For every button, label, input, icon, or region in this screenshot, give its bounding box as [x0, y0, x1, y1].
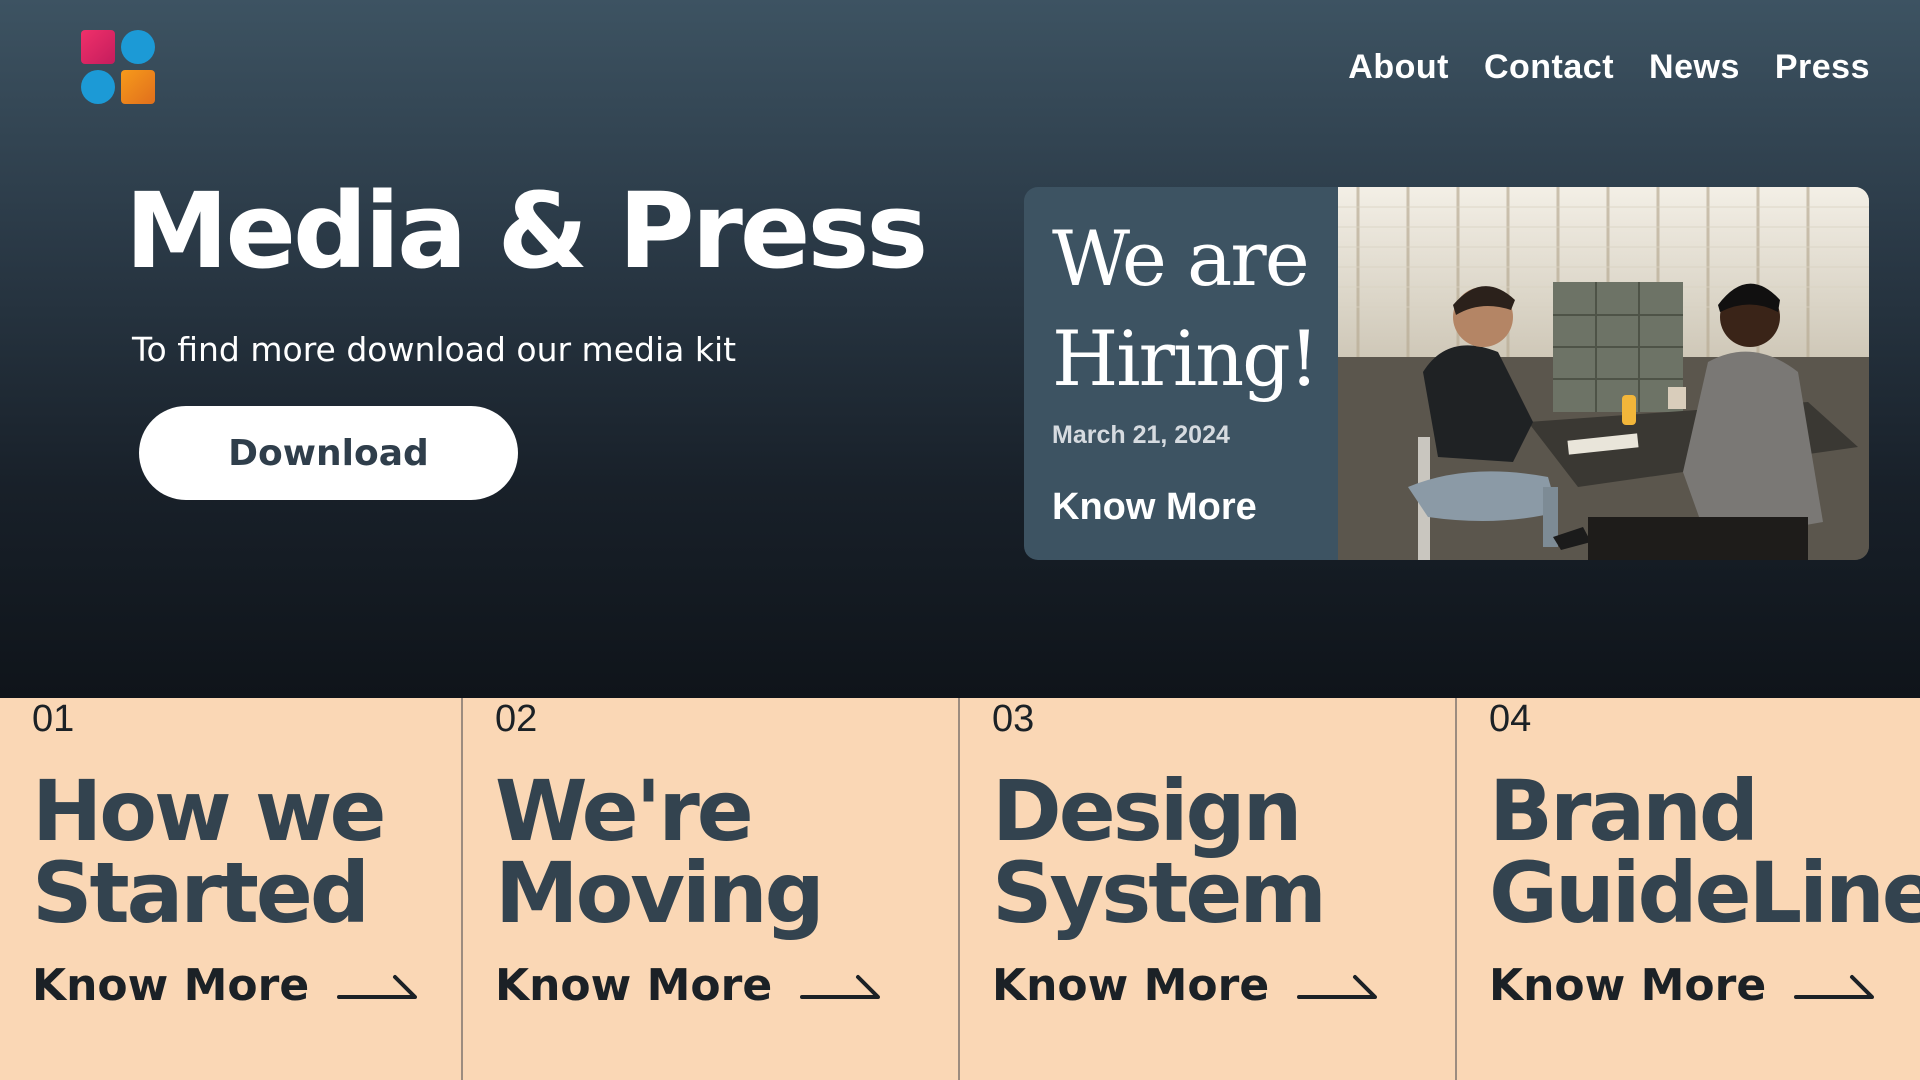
card-were-moving[interactable]: 02 We're Moving Know More — [463, 698, 960, 1080]
arrow-right-icon — [1794, 974, 1875, 999]
card-how-we-started[interactable]: 01 How we Started Know More — [0, 698, 463, 1080]
card-title: We're Moving — [495, 762, 825, 942]
card-title: Design System — [992, 762, 1327, 942]
feature-cards: 01 How we Started Know More 02 We're Mov… — [0, 698, 1920, 1080]
office-interview-image — [1338, 187, 1869, 560]
card-number: 02 — [495, 698, 538, 740]
nav-press[interactable]: Press — [1775, 48, 1870, 87]
top-nav: About Contact News Press — [1348, 48, 1870, 87]
hero-subtitle: To find more download our media kit — [132, 330, 737, 369]
arrow-right-icon — [800, 974, 881, 999]
arrow-right-icon — [1297, 974, 1378, 999]
card-know-more-link[interactable]: Know More — [495, 960, 882, 1011]
hiring-date: March 21, 2024 — [1052, 421, 1230, 449]
card-title-line: Started — [32, 844, 370, 942]
card-know-more-label: Know More — [495, 960, 773, 1011]
card-title-line: Design — [992, 762, 1302, 860]
card-know-more-label: Know More — [992, 960, 1270, 1011]
card-know-more-link[interactable]: Know More — [1489, 960, 1876, 1011]
hero-section: About Contact News Press Media & Press T… — [0, 0, 1920, 698]
nav-news[interactable]: News — [1649, 48, 1740, 87]
card-title: Brand GuideLine — [1489, 762, 1920, 942]
download-button[interactable]: Download — [139, 406, 518, 500]
card-title-line: We're — [495, 762, 754, 860]
page-title: Media & Press — [125, 170, 928, 292]
hiring-title-line2: Hiring! — [1052, 314, 1319, 403]
hiring-card: We are Hiring! March 21, 2024 Know More — [1024, 187, 1869, 560]
logo-orange-square — [121, 70, 155, 104]
logo-blue-circle — [81, 70, 115, 104]
card-title-line: Moving — [495, 844, 825, 942]
hiring-know-more-link[interactable]: Know More — [1052, 486, 1342, 529]
card-design-system[interactable]: 03 Design System Know More — [960, 698, 1457, 1080]
logo-pink-square — [81, 30, 115, 64]
card-title-line: How we — [32, 762, 386, 860]
hiring-text: We are Hiring! March 21, 2024 Know More — [1052, 209, 1342, 529]
arrow-right-icon — [337, 974, 418, 999]
hiring-photo — [1338, 187, 1869, 560]
nav-about[interactable]: About — [1348, 48, 1449, 87]
card-know-more-link[interactable]: Know More — [32, 960, 419, 1011]
card-title-line: System — [992, 844, 1327, 942]
card-title-line: Brand — [1489, 762, 1759, 860]
card-know-more-label: Know More — [1489, 960, 1767, 1011]
logo[interactable] — [81, 30, 156, 105]
card-number: 01 — [32, 698, 75, 740]
card-know-more-link[interactable]: Know More — [992, 960, 1379, 1011]
card-title-line: GuideLine — [1489, 844, 1920, 942]
card-title: How we Started — [32, 762, 386, 942]
card-brand-guideline[interactable]: 04 Brand GuideLine Know More — [1457, 698, 1920, 1080]
card-know-more-label: Know More — [32, 960, 310, 1011]
hiring-title-line1: We are — [1052, 214, 1310, 303]
card-number: 03 — [992, 698, 1035, 740]
nav-contact[interactable]: Contact — [1484, 48, 1614, 87]
card-number: 04 — [1489, 698, 1532, 740]
logo-blue-circle — [121, 30, 155, 64]
